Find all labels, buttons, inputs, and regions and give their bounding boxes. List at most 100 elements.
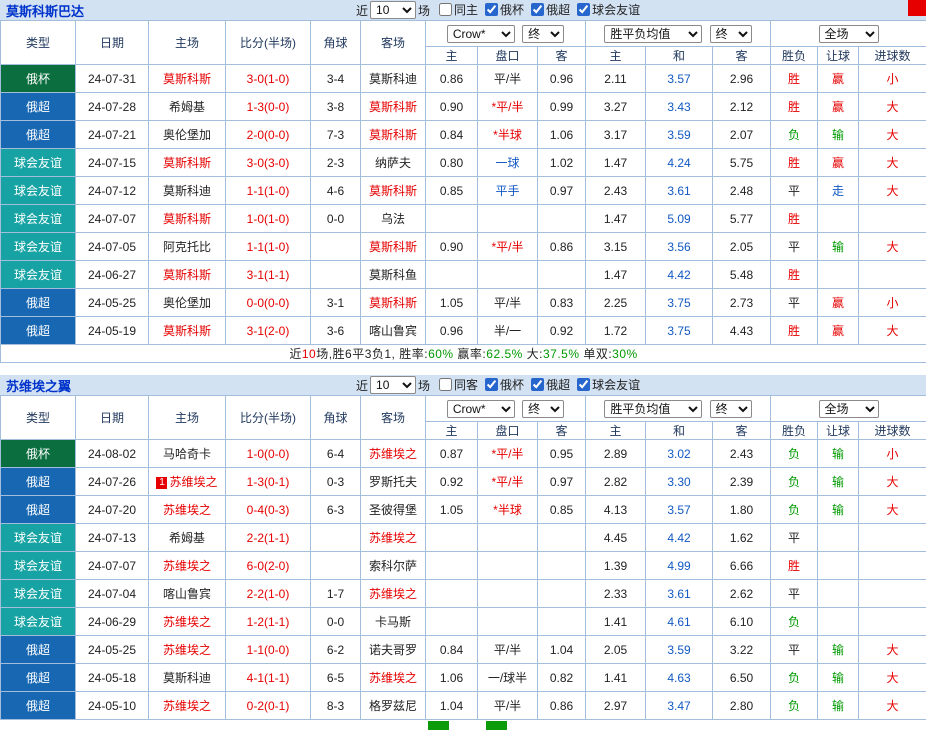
away-team-name[interactable]: 莫斯科迪 — [369, 72, 417, 86]
league-filter-checkbox[interactable]: 俄超 — [531, 1, 570, 18]
checkbox-input[interactable] — [577, 378, 590, 391]
home-team[interactable]: 喀山鲁宾 — [149, 580, 226, 608]
avg-final-select[interactable]: 终 — [710, 400, 752, 418]
home-team[interactable]: 莫斯科斯 — [149, 149, 226, 177]
away-team[interactable]: 喀山鲁宾 — [361, 317, 426, 345]
home-team-name[interactable]: 苏维埃之 — [169, 475, 217, 489]
away-team-name[interactable]: 纳萨夫 — [375, 156, 411, 170]
scope-select[interactable]: 全场 — [819, 25, 879, 43]
home-team-name[interactable]: 莫斯科迪 — [163, 184, 211, 198]
home-team[interactable]: 苏维埃之 — [149, 692, 226, 720]
away-team[interactable]: 苏维埃之 — [361, 664, 426, 692]
away-team[interactable]: 莫斯科斯 — [361, 289, 426, 317]
odds-final-select[interactable]: 终 — [522, 25, 564, 43]
away-team[interactable]: 莫斯科斯 — [361, 121, 426, 149]
home-team-name[interactable]: 莫斯科斯 — [163, 72, 211, 86]
home-team-name[interactable]: 马哈奇卡 — [163, 447, 211, 461]
home-team-name[interactable]: 苏维埃之 — [163, 615, 211, 629]
away-team-name[interactable]: 格罗兹尼 — [369, 699, 417, 713]
odds-company-select[interactable]: Crow* — [447, 25, 515, 43]
league-filter-checkbox[interactable]: 同客 — [439, 376, 478, 393]
home-team[interactable]: 苏维埃之 — [149, 552, 226, 580]
away-team-name[interactable]: 索科尔萨 — [369, 559, 417, 573]
home-team-name[interactable]: 莫斯科斯 — [163, 212, 211, 226]
odds-final-select[interactable]: 终 — [522, 400, 564, 418]
away-team-name[interactable]: 莫斯科斯 — [369, 184, 417, 198]
checkbox-input[interactable] — [531, 378, 544, 391]
home-team-name[interactable]: 喀山鲁宾 — [163, 587, 211, 601]
away-team-name[interactable]: 苏维埃之 — [369, 587, 417, 601]
away-team[interactable]: 莫斯科鱼 — [361, 261, 426, 289]
avg-type-select[interactable]: 胜平负均值 — [604, 25, 702, 43]
away-team-name[interactable]: 莫斯科鱼 — [369, 268, 417, 282]
league-filter-checkbox[interactable]: 俄杯 — [485, 1, 524, 18]
league-filter-checkbox[interactable]: 球会友谊 — [577, 1, 640, 18]
away-team[interactable]: 索科尔萨 — [361, 552, 426, 580]
home-team[interactable]: 莫斯科斯 — [149, 261, 226, 289]
away-team[interactable]: 纳萨夫 — [361, 149, 426, 177]
league-filter-checkbox[interactable]: 同主 — [439, 1, 478, 18]
scope-select[interactable]: 全场 — [819, 400, 879, 418]
home-team[interactable]: 苏维埃之 — [149, 608, 226, 636]
away-team-name[interactable]: 莫斯科斯 — [369, 128, 417, 142]
away-team[interactable]: 苏维埃之 — [361, 440, 426, 468]
avg-final-select[interactable]: 终 — [710, 25, 752, 43]
home-team-name[interactable]: 希姆基 — [169, 531, 205, 545]
recent-count-select[interactable]: 10 — [370, 376, 416, 394]
league-filter-checkbox[interactable]: 俄杯 — [485, 376, 524, 393]
home-team[interactable]: 奥伦堡加 — [149, 289, 226, 317]
home-team[interactable]: 苏维埃之 — [149, 636, 226, 664]
home-team-name[interactable]: 莫斯科斯 — [163, 324, 211, 338]
checkbox-input[interactable] — [439, 378, 452, 391]
away-team-name[interactable]: 苏维埃之 — [369, 671, 417, 685]
away-team[interactable]: 圣彼得堡 — [361, 496, 426, 524]
away-team[interactable]: 苏维埃之 — [361, 524, 426, 552]
away-team-name[interactable]: 莫斯科斯 — [369, 296, 417, 310]
home-team[interactable]: 希姆基 — [149, 93, 226, 121]
home-team[interactable]: 马哈奇卡 — [149, 440, 226, 468]
away-team-name[interactable]: 圣彼得堡 — [369, 503, 417, 517]
home-team[interactable]: 希姆基 — [149, 524, 226, 552]
away-team[interactable]: 莫斯科迪 — [361, 65, 426, 93]
home-team-name[interactable]: 莫斯科迪 — [163, 671, 211, 685]
home-team[interactable]: 奥伦堡加 — [149, 121, 226, 149]
checkbox-input[interactable] — [577, 3, 590, 16]
away-team[interactable]: 卡马斯 — [361, 608, 426, 636]
checkbox-input[interactable] — [485, 3, 498, 16]
away-team-name[interactable]: 苏维埃之 — [369, 531, 417, 545]
away-team-name[interactable]: 莫斯科斯 — [369, 100, 417, 114]
away-team[interactable]: 莫斯科斯 — [361, 233, 426, 261]
away-team-name[interactable]: 乌法 — [381, 212, 405, 226]
home-team-name[interactable]: 奥伦堡加 — [163, 128, 211, 142]
away-team[interactable]: 乌法 — [361, 205, 426, 233]
checkbox-input[interactable] — [439, 3, 452, 16]
away-team[interactable]: 诺夫哥罗 — [361, 636, 426, 664]
home-team[interactable]: 莫斯科迪 — [149, 177, 226, 205]
away-team[interactable]: 格罗兹尼 — [361, 692, 426, 720]
away-team-name[interactable]: 卡马斯 — [375, 615, 411, 629]
avg-type-select[interactable]: 胜平负均值 — [604, 400, 702, 418]
home-team[interactable]: 莫斯科斯 — [149, 317, 226, 345]
away-team[interactable]: 苏维埃之 — [361, 580, 426, 608]
home-team-name[interactable]: 希姆基 — [169, 100, 205, 114]
recent-count-select[interactable]: 10 — [370, 1, 416, 19]
away-team-name[interactable]: 喀山鲁宾 — [369, 324, 417, 338]
away-team[interactable]: 莫斯科斯 — [361, 93, 426, 121]
league-filter-checkbox[interactable]: 俄超 — [531, 376, 570, 393]
home-team[interactable]: 苏维埃之 — [149, 496, 226, 524]
home-team-name[interactable]: 苏维埃之 — [163, 643, 211, 657]
home-team[interactable]: 1苏维埃之 — [149, 468, 226, 496]
home-team[interactable]: 莫斯科斯 — [149, 205, 226, 233]
away-team[interactable]: 莫斯科斯 — [361, 177, 426, 205]
home-team-name[interactable]: 苏维埃之 — [163, 559, 211, 573]
league-filter-checkbox[interactable]: 球会友谊 — [577, 376, 640, 393]
away-team-name[interactable]: 诺夫哥罗 — [369, 643, 417, 657]
home-team-name[interactable]: 奥伦堡加 — [163, 296, 211, 310]
away-team-name[interactable]: 苏维埃之 — [369, 447, 417, 461]
home-team[interactable]: 莫斯科迪 — [149, 664, 226, 692]
home-team[interactable]: 莫斯科斯 — [149, 65, 226, 93]
home-team-name[interactable]: 苏维埃之 — [163, 503, 211, 517]
away-team[interactable]: 罗斯托夫 — [361, 468, 426, 496]
away-team-name[interactable]: 莫斯科斯 — [369, 240, 417, 254]
odds-company-select[interactable]: Crow* — [447, 400, 515, 418]
